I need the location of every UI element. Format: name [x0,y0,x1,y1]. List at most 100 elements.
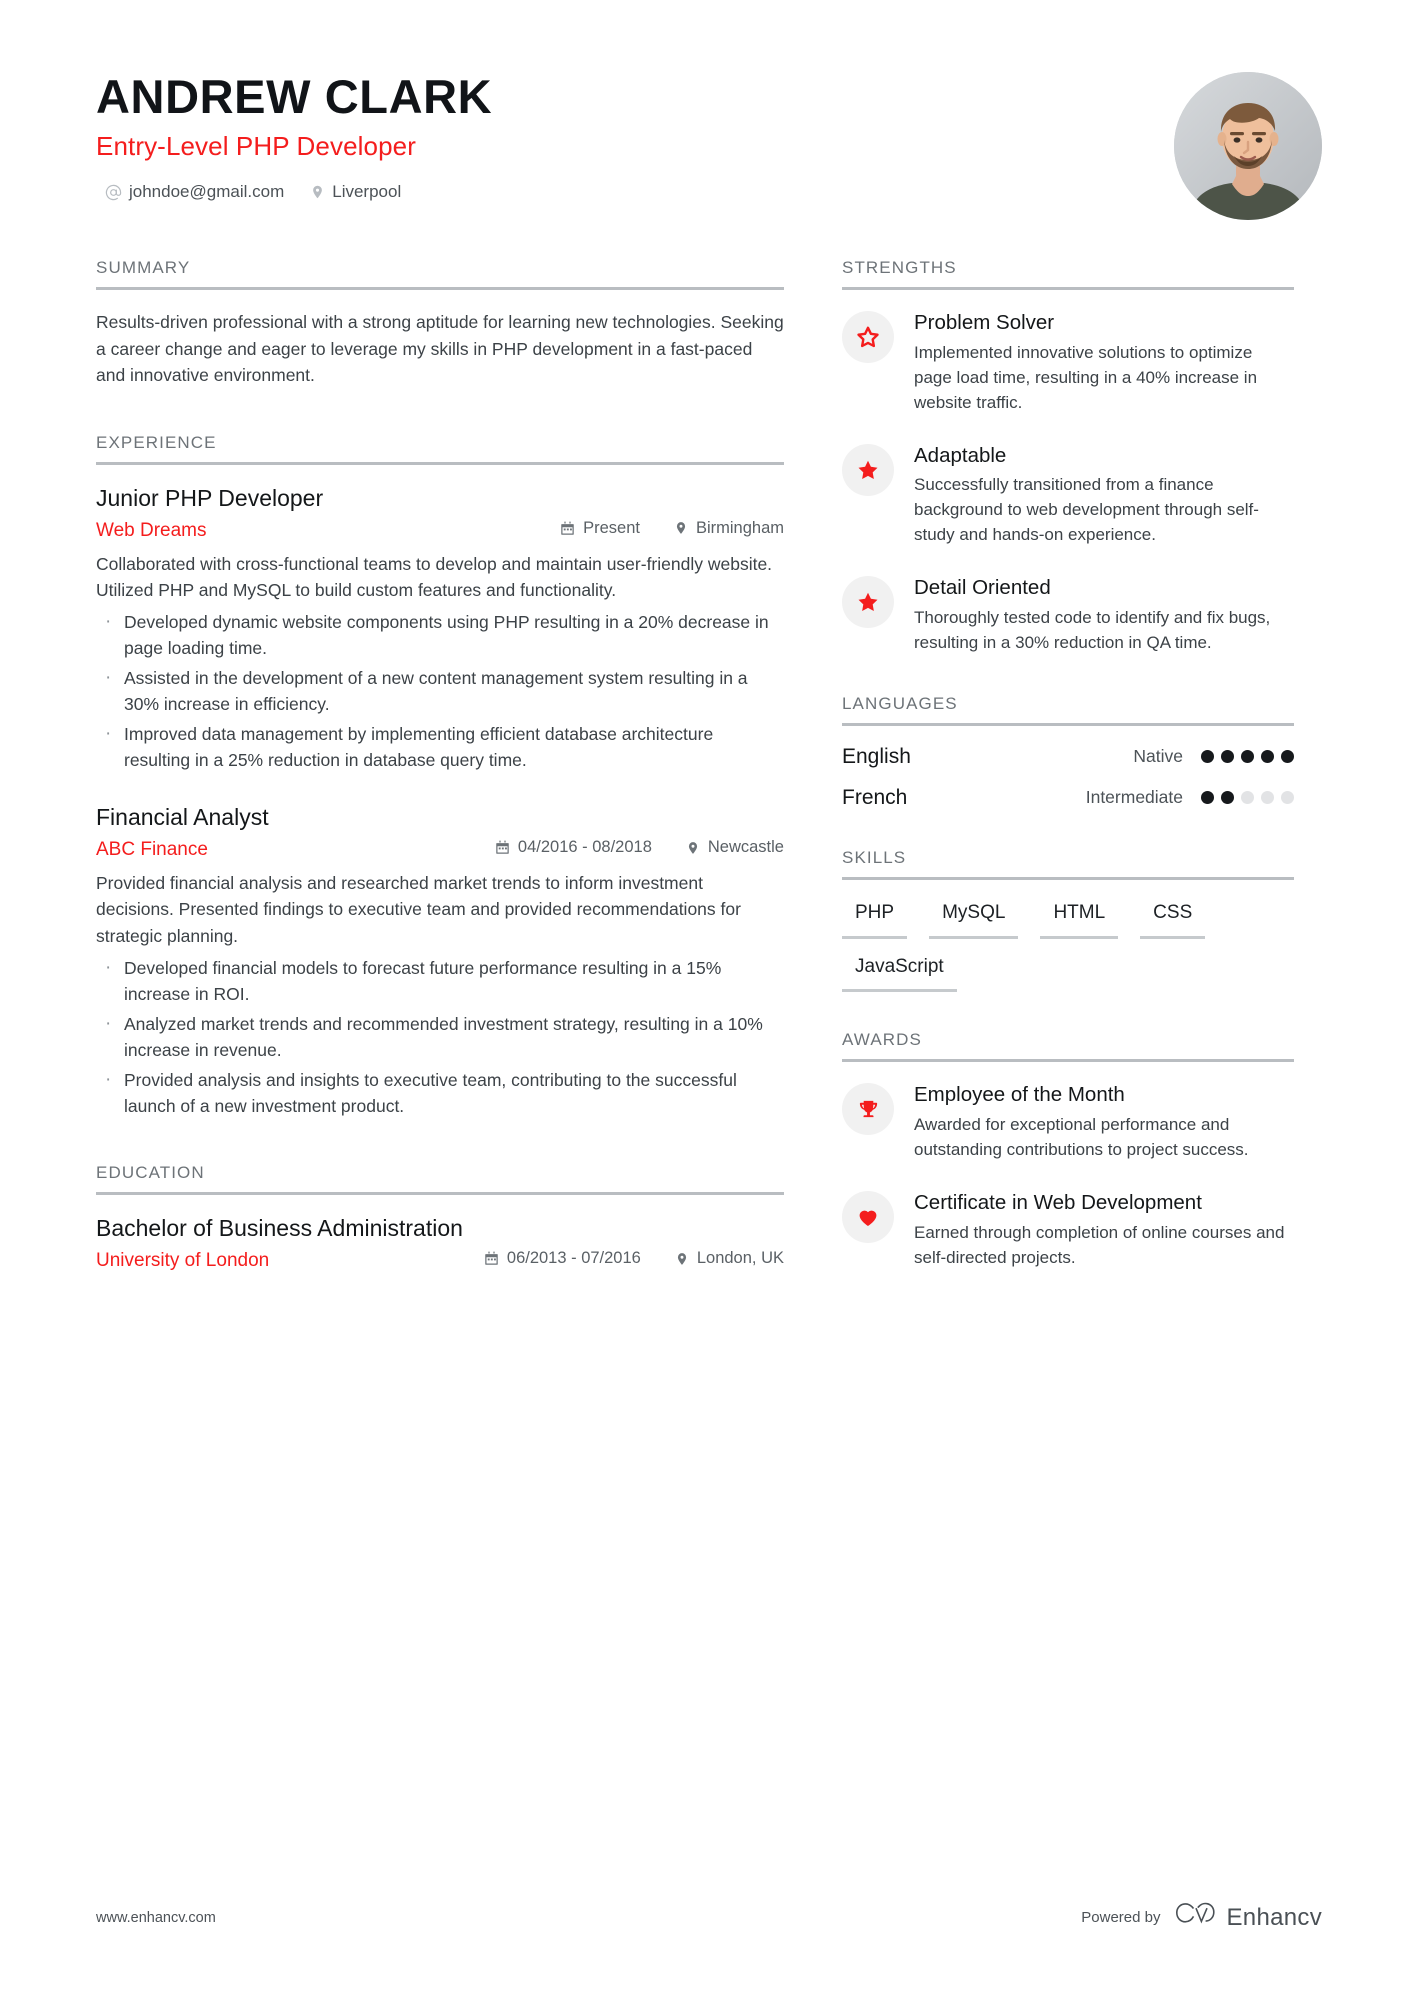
strength-body: Problem Solver Implemented innovative so… [914,309,1294,416]
list-item: Analyzed market trends and recommended i… [96,1010,784,1063]
award-title: Employee of the Month [914,1083,1125,1107]
experience-organization: Web Dreams [96,519,207,541]
section-title-skills: SKILLS [842,848,1294,880]
map-pin-icon [686,840,700,856]
award-body: Employee of the Month Awarded for except… [914,1081,1294,1163]
language-rating: Intermediate [1086,787,1294,808]
trophy-icon [842,1083,894,1136]
education-meta: University of London 06/2013 - 07/2016 L… [96,1249,784,1272]
calendar-icon [560,521,575,536]
section-experience: EXPERIENCE Junior PHP Developer Web Drea… [96,433,784,1120]
rating-dot [1261,750,1274,764]
experience-dates: Present [560,519,640,538]
education-location-text: London, UK [696,1249,784,1268]
strengths-body: Problem Solver Implemented innovative so… [842,290,1294,656]
strength-description: Implemented innovative solutions to opti… [914,342,1258,412]
summary-text: Results-driven professional with a stron… [96,312,784,386]
rating-dot [1241,750,1254,764]
experience-dates: 04/2016 - 08/2018 [495,838,652,857]
skill-tag: HTML [1040,899,1119,939]
contact-email-text: johndoe@gmail.com [129,182,285,202]
section-title-summary: SUMMARY [96,258,784,290]
strength-description: Successfully transitioned from a finance… [914,475,1259,545]
enhancv-brand: Enhancv [1175,1902,1323,1933]
section-title-strengths: STRENGTHS [842,258,1294,290]
awards-body: Employee of the Month Awarded for except… [842,1062,1294,1270]
footer-url[interactable]: www.enhancv.com [96,1910,216,1926]
experience-dates-text: 04/2016 - 08/2018 [517,838,652,857]
header-identity: ANDREW CLARK Entry-Level PHP Developer j… [96,68,492,202]
contact-row: johndoe@gmail.com Liverpool [96,182,492,202]
award-description: Earned through completion of online cour… [914,1222,1285,1267]
section-summary: SUMMARY Results-driven professional with… [96,258,784,389]
section-title-education: EDUCATION [96,1163,784,1196]
education-entry: Bachelor of Business Administration Univ… [96,1214,784,1272]
section-languages: LANGUAGES English Native French Intermed… [842,694,1294,810]
map-pin-icon [310,184,325,200]
summary-body: Results-driven professional with a stron… [96,290,784,389]
footer-brand-area: Powered by Enhancv [1081,1902,1322,1933]
experience-meta: ABC Finance 04/2016 - 08/2018 Newcastle [96,838,784,861]
contact-location: Liverpool [310,182,401,202]
skills-list: PHP MySQL HTML CSS JavaScript [842,899,1294,993]
section-title-awards: AWARDS [842,1030,1294,1063]
resume-page: ANDREW CLARK Entry-Level PHP Developer j… [0,0,1410,1995]
at-sign-icon [105,184,122,201]
list-item: Developed financial models to forecast f… [96,954,784,1007]
section-strengths: STRENGTHS Problem Solver Implemented inn… [842,258,1294,656]
experience-entry: Financial Analyst ABC Finance 04/2016 - … [96,803,784,1119]
language-name: English [842,744,911,768]
main-column: SUMMARY Results-driven professional with… [96,258,784,1272]
contact-location-text: Liverpool [332,182,402,202]
skills-body: PHP MySQL HTML CSS JavaScript [842,880,1294,993]
resume-body: SUMMARY Results-driven professional with… [0,258,1410,1272]
experience-location: Newcastle [686,838,784,857]
star-filled-icon [842,443,894,496]
list-item: Assisted in the development of a new con… [96,664,784,717]
education-location: London, UK [675,1249,784,1268]
strength-title: Adaptable [914,443,1007,467]
skill-tag: PHP [842,899,908,939]
language-level: Intermediate [1085,787,1183,808]
rating-dot [1221,750,1234,764]
language-item: French Intermediate [842,786,1294,810]
job-title: Entry-Level PHP Developer [96,131,416,162]
section-education: EDUCATION Bachelor of Business Administr… [96,1163,784,1272]
list-item: Developed dynamic website components usi… [96,608,784,661]
section-title-languages: LANGUAGES [842,694,1294,726]
side-column: STRENGTHS Problem Solver Implemented inn… [842,258,1294,1272]
map-pin-icon [675,1251,689,1267]
education-dates-text: 06/2013 - 07/2016 [506,1249,641,1268]
enhancv-brand-name: Enhancv [1226,1903,1322,1931]
strength-body: Adaptable Successfully transitioned from… [914,442,1294,549]
star-outline-icon [842,311,894,363]
language-rating: Native [1133,746,1294,767]
resume-header: ANDREW CLARK Entry-Level PHP Developer j… [0,0,1410,220]
strength-item: Adaptable Successfully transitioned from… [842,442,1294,549]
education-dates: 06/2013 - 07/2016 [484,1249,641,1268]
contact-email[interactable]: johndoe@gmail.com [105,182,284,202]
education-title: Bachelor of Business Administration [96,1215,463,1242]
calendar-icon [484,1251,499,1266]
award-item: Employee of the Month Awarded for except… [842,1081,1294,1163]
strength-title: Detail Oriented [914,576,1051,600]
calendar-icon [495,840,510,855]
rating-dot [1201,791,1214,805]
education-body: Bachelor of Business Administration Univ… [96,1195,784,1272]
experience-dates-text: Present [583,518,640,537]
language-dots [1201,750,1294,764]
experience-description: Collaborated with cross-functional teams… [96,553,773,600]
section-title-experience: EXPERIENCE [96,433,784,465]
skill-tag: MySQL [929,899,1019,939]
experience-title: Junior PHP Developer [96,484,324,511]
powered-by-label: Powered by [1081,1909,1161,1926]
experience-meta-right: Present Birmingham [560,519,784,538]
list-item: Provided analysis and insights to execut… [96,1066,784,1119]
experience-title: Financial Analyst [96,804,269,831]
rating-dot [1261,791,1274,805]
